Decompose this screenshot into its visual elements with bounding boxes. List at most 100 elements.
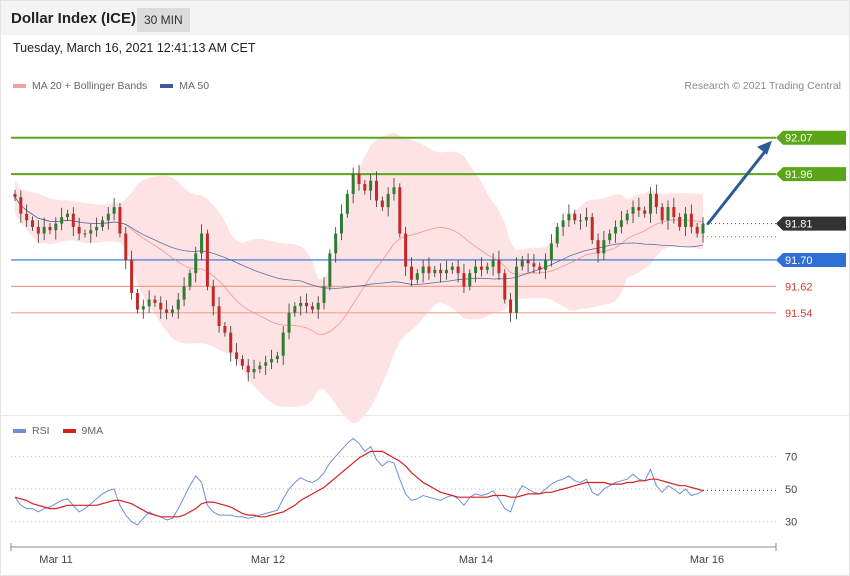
candle-body-down: [25, 213, 29, 221]
level-label-91-81: 91.81: [785, 219, 813, 231]
candle-body-down: [654, 193, 658, 208]
candle-body-down: [357, 174, 361, 184]
candle-body-down: [159, 302, 163, 310]
candle-body-up: [328, 253, 332, 287]
candle-body-up: [579, 220, 583, 222]
candle-body-down: [409, 266, 413, 280]
candle-body-up: [42, 226, 46, 234]
candle-body-down: [672, 207, 676, 218]
candle-body-up: [200, 233, 204, 254]
candle-body-down: [462, 273, 466, 287]
candle-body-up: [614, 226, 618, 234]
chart-canvas: 92.07 91.96 91.81 91.70 91.62 91.54 30 50 70 Ma…: [10, 130, 846, 566]
candle-body-up: [631, 207, 635, 214]
forecast-arrow-shaft: [706, 146, 770, 226]
candle-body-down: [439, 269, 443, 274]
candle-body-down: [223, 326, 227, 333]
candle: [328, 249, 332, 291]
candle-body-up: [520, 259, 524, 267]
candle-body-down: [48, 226, 52, 231]
rsi-tick-70: 70: [785, 451, 797, 463]
candle-body-up: [293, 306, 297, 313]
candle-body-down: [130, 259, 134, 293]
forecast-arrow-head: [757, 140, 772, 155]
candle-body-down: [305, 302, 309, 307]
rsi-tick-50: 50: [785, 484, 797, 496]
candle-body-down: [573, 213, 577, 221]
candle-body-down: [235, 352, 239, 360]
candle-body-down: [660, 207, 664, 221]
level-label-91-54: 91.54: [785, 308, 813, 320]
candle-body-up: [147, 299, 151, 307]
candle-body-down: [456, 266, 460, 274]
rsi-ma-line: [14, 450, 704, 518]
candle-body-down: [398, 187, 402, 234]
candle-body-down: [124, 233, 128, 260]
candle-body-up: [701, 223, 705, 234]
candle-body-up: [625, 213, 629, 221]
candle-body-up: [474, 266, 478, 274]
candle-body-down: [30, 220, 34, 227]
candle-body-up: [83, 233, 87, 235]
candle-body-down: [526, 259, 530, 264]
candle-body-down: [118, 207, 122, 234]
candle-body-up: [491, 259, 495, 267]
candle-body-up: [602, 240, 606, 254]
candle-body-down: [503, 273, 507, 300]
candle-body-down: [380, 200, 384, 208]
candle-body-up: [106, 213, 110, 221]
rsi-tick-30: 30: [785, 517, 797, 529]
candle: [345, 189, 349, 218]
candle-body-up: [54, 223, 58, 231]
candle-body-up: [112, 207, 116, 214]
candle-body-down: [509, 299, 513, 313]
candle: [514, 257, 518, 320]
candle-body-down: [19, 197, 23, 214]
candle-body-up: [392, 187, 396, 194]
candle-body-down: [695, 226, 699, 234]
candle-body-down: [211, 286, 215, 307]
x-tick-label-1: Mar 12: [251, 554, 285, 566]
candle-body-up: [421, 266, 425, 274]
candle-body-up: [555, 226, 559, 244]
candle: [205, 229, 209, 291]
candle-body-down: [77, 226, 81, 234]
candle-body-down: [689, 213, 693, 227]
candle-body-down: [246, 365, 250, 373]
candle-body-down: [497, 259, 501, 274]
candle-body-up: [141, 306, 145, 310]
candle-body-up: [386, 193, 390, 208]
x-tick-label-3: Mar 16: [690, 554, 724, 566]
candle-body-up: [188, 273, 192, 287]
candle-body-down: [532, 263, 536, 267]
candle-body-up: [415, 273, 419, 280]
candle-body-up: [608, 233, 612, 241]
candle-body-down: [240, 359, 244, 366]
candle-body-up: [322, 286, 326, 303]
candle-body-down: [153, 299, 157, 303]
candle-body-up: [264, 362, 268, 366]
candle: [118, 203, 122, 238]
candle-body-down: [217, 306, 221, 327]
rsi-line: [14, 437, 704, 526]
candle-body-down: [135, 292, 139, 310]
candle-body-up: [561, 220, 565, 227]
candle-body-up: [485, 266, 489, 270]
candle-body-up: [170, 309, 174, 313]
candle-body-up: [619, 220, 623, 227]
candle-body-up: [100, 220, 104, 227]
candle-body-down: [637, 207, 641, 211]
candle: [398, 183, 402, 238]
candle-body-up: [194, 253, 198, 274]
candle-body-down: [71, 213, 75, 227]
candle-body-up: [258, 365, 262, 369]
candle-body-down: [363, 183, 367, 191]
candle-body-up: [345, 193, 349, 214]
candle-body-down: [205, 233, 209, 287]
candle-body-up: [89, 230, 93, 234]
candle-body-down: [596, 240, 600, 254]
candle-body-up: [270, 359, 274, 363]
candle-body-up: [567, 213, 571, 221]
candle-body-down: [229, 332, 233, 353]
level-label-91-96: 91.96: [785, 169, 813, 181]
